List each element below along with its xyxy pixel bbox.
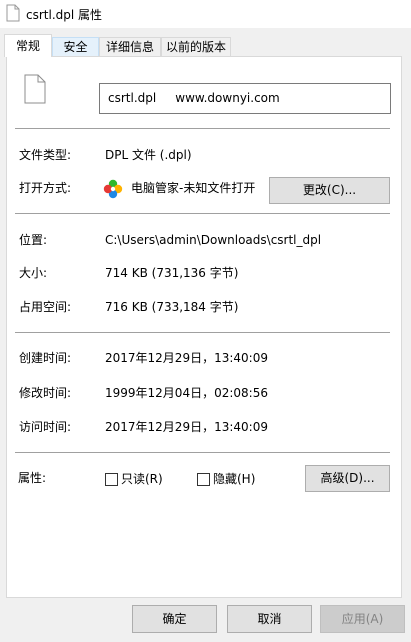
size-label: 大小: (19, 266, 48, 280)
ok-button[interactable]: 确定 (132, 605, 217, 633)
divider (15, 452, 390, 453)
apply-button[interactable]: 应用(A) (320, 605, 405, 633)
file-type-value: DPL 文件 (.dpl) (105, 148, 192, 162)
divider (15, 213, 390, 214)
app-icon (103, 179, 123, 199)
file-icon (6, 4, 20, 22)
tab-security[interactable]: 安全 (52, 37, 99, 56)
accessed-value: 2017年12月29日，13:40:09 (105, 420, 268, 434)
title-bar: csrtl.dpl 属性 (0, 0, 411, 28)
opens-with-label: 打开方式: (19, 181, 72, 195)
readonly-checkbox[interactable] (105, 473, 118, 486)
divider (15, 332, 390, 333)
readonly-label[interactable]: 只读(R) (121, 472, 163, 487)
tab-general[interactable]: 常规 (4, 34, 52, 57)
change-button[interactable]: 更改(C)... (269, 177, 390, 204)
modified-label: 修改时间: (19, 386, 72, 400)
location-label: 位置: (19, 233, 48, 247)
cancel-button[interactable]: 取消 (227, 605, 312, 633)
size-on-disk-value: 716 KB (733,184 字节) (105, 300, 239, 314)
filename-input[interactable]: csrtl.dpl www.downyi.com (99, 83, 391, 114)
size-value: 714 KB (731,136 字节) (105, 266, 239, 280)
location-value: C:\Users\admin\Downloads\csrtl_dpl (105, 233, 322, 247)
hidden-checkbox[interactable] (197, 473, 210, 486)
tab-details[interactable]: 详细信息 (99, 37, 161, 56)
advanced-button[interactable]: 高级(D)... (305, 465, 390, 492)
divider (15, 128, 390, 129)
modified-value: 1999年12月04日，02:08:56 (105, 386, 268, 400)
attributes-label: 属性: (18, 471, 47, 485)
file-type-icon (24, 74, 46, 104)
tab-previous-versions[interactable]: 以前的版本 (161, 37, 231, 56)
accessed-label: 访问时间: (19, 420, 72, 434)
created-label: 创建时间: (19, 351, 72, 365)
file-type-label: 文件类型: (19, 148, 72, 162)
tab-strip: 常规 安全 详细信息 以前的版本 (0, 28, 411, 57)
opens-with-value: 电脑管家-未知文件打开 (131, 181, 256, 195)
general-panel: csrtl.dpl www.downyi.com 文件类型: DPL 文件 (.… (6, 56, 402, 598)
window-title: csrtl.dpl 属性 (26, 8, 103, 22)
size-on-disk-label: 占用空间: (19, 300, 72, 314)
hidden-label[interactable]: 隐藏(H) (213, 472, 255, 487)
created-value: 2017年12月29日，13:40:09 (105, 351, 268, 365)
